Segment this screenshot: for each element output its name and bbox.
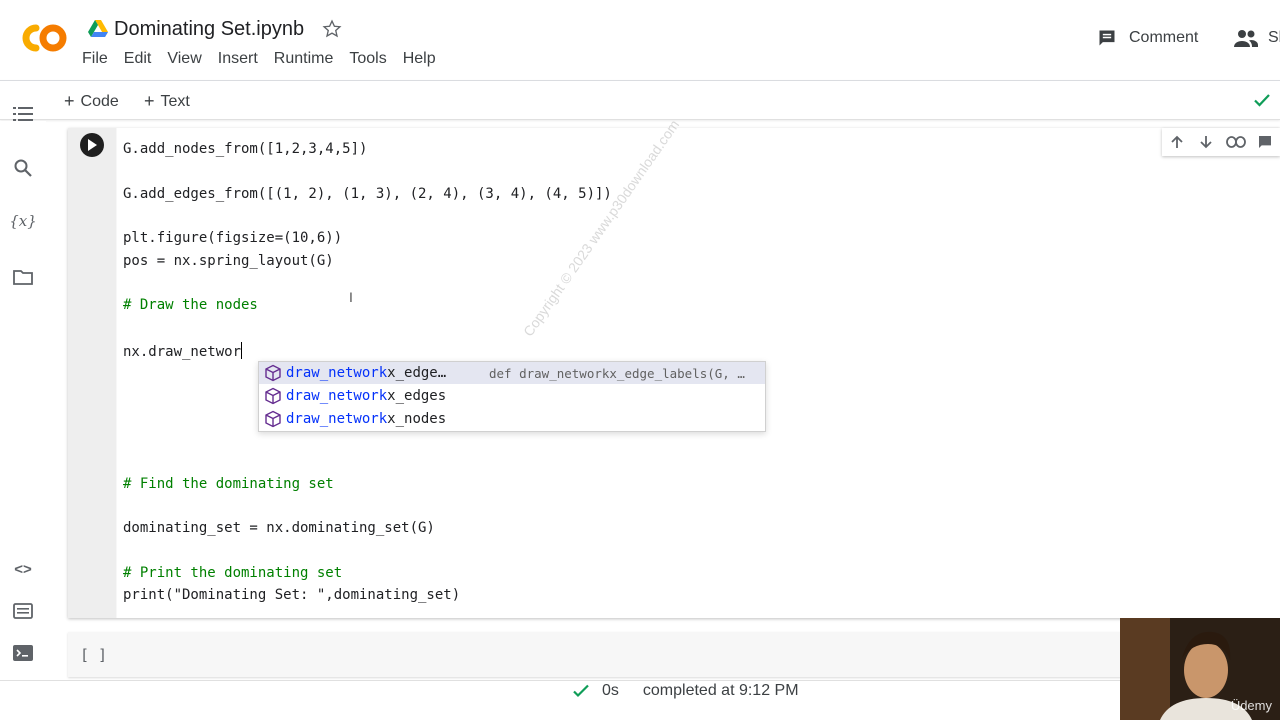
text-cursor [241, 342, 243, 359]
terminal-icon[interactable] [12, 642, 34, 664]
star-icon[interactable] [322, 19, 342, 39]
comment-cell-icon[interactable] [1251, 128, 1280, 156]
add-code-button[interactable]: + Code [64, 91, 119, 112]
autocomplete-dropdown: draw_networkx_edge… def draw_networkx_ed… [258, 361, 766, 432]
autocomplete-detail: def draw_networkx_edge_labels(G, … [489, 365, 745, 381]
move-cell-up-icon[interactable] [1162, 128, 1192, 156]
method-cube-icon [265, 387, 281, 405]
play-icon [88, 139, 97, 151]
code-line-active: nx.draw_networ [123, 342, 243, 360]
menu-tools[interactable]: Tools [349, 50, 394, 68]
table-of-contents-icon[interactable] [12, 103, 34, 125]
plus-icon: + [144, 91, 155, 111]
autocomplete-label: draw_networkx_edge… [286, 365, 446, 381]
add-code-label: Code [80, 92, 119, 110]
execution-status[interactable]: 0s completed at 9:12 PM [572, 682, 799, 700]
people-icon [1234, 30, 1258, 47]
execution-completed-text: completed at 9:12 PM [642, 682, 799, 699]
link-icon[interactable] [1221, 128, 1251, 156]
menu-file[interactable]: File [82, 50, 116, 68]
menu-edit[interactable]: Edit [124, 50, 160, 68]
empty-code-cell[interactable] [68, 632, 1128, 677]
share-label: Sh [1268, 29, 1280, 46]
connected-check-icon[interactable] [1252, 90, 1272, 110]
code-text: G.add_edges_from([(1, 2), (1, 3), (2, 4)… [123, 186, 612, 202]
code-text: pos = nx.spring_layout(G) [123, 253, 334, 269]
autocomplete-item[interactable]: draw_networkx_nodes [259, 408, 765, 430]
comment-icon [1099, 30, 1115, 46]
cell-execution-prompt[interactable]: [ ] [80, 646, 107, 664]
side-rail [0, 121, 46, 681]
menu-view[interactable]: View [167, 50, 209, 68]
code-line: G.add_nodes_from([1,2,3,4,5]) [123, 141, 367, 157]
code-comment-line: # Find the dominating set [123, 476, 334, 492]
udemy-brand-text: Üdemy [1230, 698, 1272, 713]
drive-icon [88, 20, 108, 37]
cell-toolbar [1162, 128, 1280, 156]
execution-duration: 0s [602, 682, 619, 699]
files-folder-icon[interactable] [12, 266, 34, 288]
share-button[interactable]: Sh [1234, 28, 1280, 48]
menu-runtime[interactable]: Runtime [274, 50, 342, 68]
code-text: plt.figure(figsize=(10,6)) [123, 230, 343, 246]
comment-label: Comment [1129, 29, 1199, 46]
method-cube-icon [265, 410, 281, 428]
autocomplete-rest: x_edges [387, 388, 447, 404]
autocomplete-rest: x_nodes [387, 411, 447, 427]
code-text: G.add_nodes_from([1,2,3,4,5]) [123, 141, 368, 157]
autocomplete-rest: x_edge… [387, 365, 447, 381]
autocomplete-match: draw_network [286, 388, 388, 404]
command-palette-icon[interactable] [12, 600, 34, 622]
variables-icon[interactable]: {x} [9, 210, 37, 232]
code-snippets-icon[interactable]: <> [12, 558, 34, 580]
code-text: print("Dominating Set: ",dominating_set) [123, 587, 461, 603]
plus-icon: + [64, 91, 75, 111]
code-text: # Draw the nodes [123, 297, 258, 313]
search-icon[interactable] [12, 157, 34, 179]
check-icon [573, 684, 589, 698]
autocomplete-match: draw_network [286, 411, 388, 427]
move-cell-down-icon[interactable] [1192, 128, 1222, 156]
autocomplete-label: draw_networkx_edges [286, 388, 446, 404]
add-text-button[interactable]: + Text [144, 91, 190, 112]
code-line: dominating_set = nx.dominating_set(G) [123, 520, 435, 536]
code-line: G.add_edges_from([(1, 2), (1, 3), (2, 4)… [123, 186, 612, 202]
autocomplete-label: draw_networkx_nodes [286, 411, 446, 427]
title-row: Dominating Set.ipynb [88, 14, 342, 44]
code-line: plt.figure(figsize=(10,6)) [123, 230, 342, 246]
code-text: nx.draw_networ [123, 344, 242, 360]
colab-logo[interactable] [14, 20, 68, 56]
webcam-overlay: Üdemy [1120, 618, 1280, 720]
code-comment-line: # Print the dominating set [123, 565, 342, 581]
app-header: Dominating Set.ipynb File Edit View Inse… [0, 0, 1280, 80]
code-line: print("Dominating Set: ",dominating_set) [123, 587, 460, 603]
menu-bar: File Edit View Insert Runtime Tools Help [82, 50, 452, 68]
mouse-ibeam-icon: I [349, 289, 353, 305]
menu-insert[interactable]: Insert [218, 50, 266, 68]
cell-gutter [68, 128, 116, 618]
comment-button[interactable]: Comment [1097, 28, 1198, 48]
code-text: dominating_set = nx.dominating_set(G) [123, 520, 435, 536]
run-cell-button[interactable] [80, 133, 104, 157]
method-cube-icon [265, 364, 281, 382]
notebook-title[interactable]: Dominating Set.ipynb [114, 18, 304, 41]
code-text: # Find the dominating set [123, 476, 334, 492]
notebook-toolbar: + Code + Text [0, 80, 1280, 120]
code-line: pos = nx.spring_layout(G) [123, 253, 334, 269]
menu-help[interactable]: Help [403, 50, 444, 68]
code-text: # Print the dominating set [123, 565, 343, 581]
autocomplete-item[interactable]: draw_networkx_edge… def draw_networkx_ed… [259, 362, 765, 384]
code-comment-line: # Draw the nodes [123, 297, 258, 313]
autocomplete-match: draw_network [286, 365, 388, 381]
add-text-label: Text [160, 92, 190, 110]
autocomplete-item[interactable]: draw_networkx_edges [259, 385, 765, 407]
